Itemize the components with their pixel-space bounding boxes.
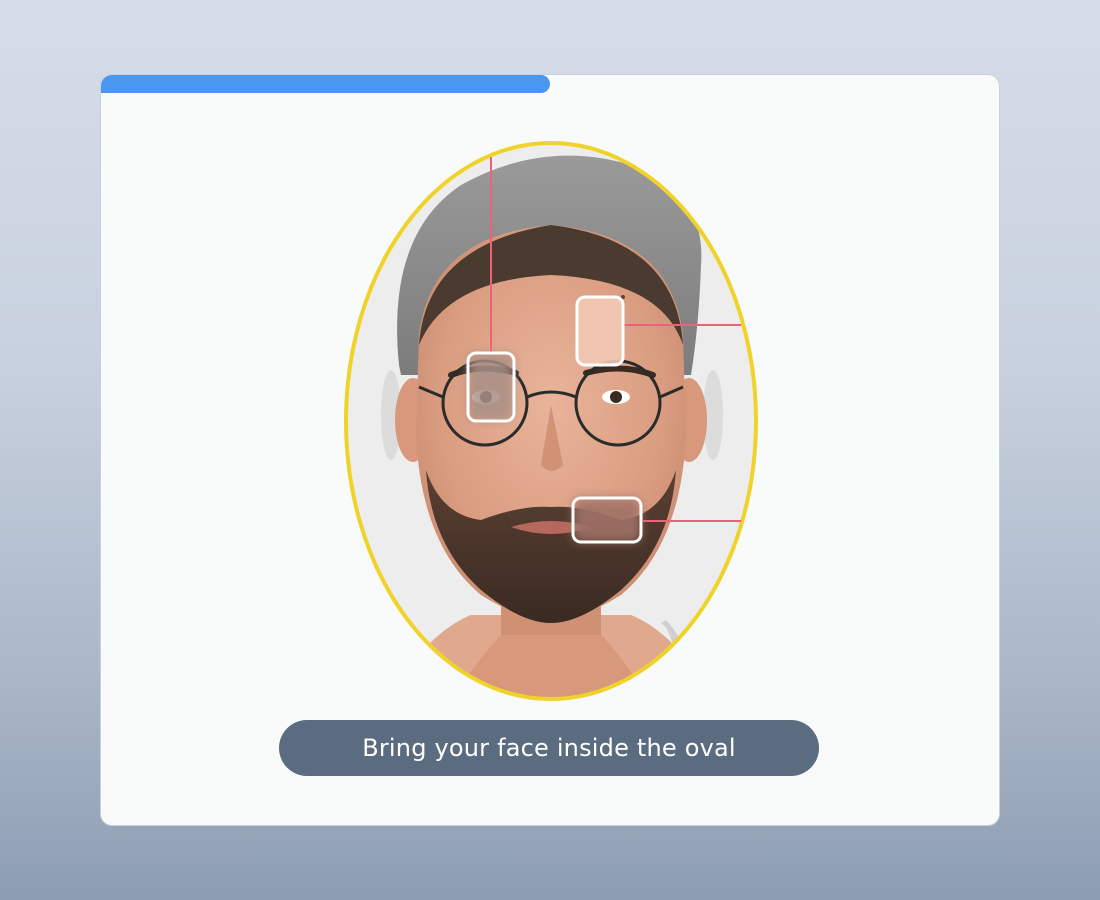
face-capture-area <box>101 75 999 825</box>
face-capture-svg <box>344 141 758 701</box>
face-photo <box>346 143 756 699</box>
mouth-marker <box>571 496 643 544</box>
instruction-banner: Bring your face inside the oval <box>279 720 819 776</box>
liveness-check-card: Bring your face inside the oval <box>100 74 1000 826</box>
eye-marker <box>466 351 516 423</box>
forehead-marker <box>575 295 625 367</box>
